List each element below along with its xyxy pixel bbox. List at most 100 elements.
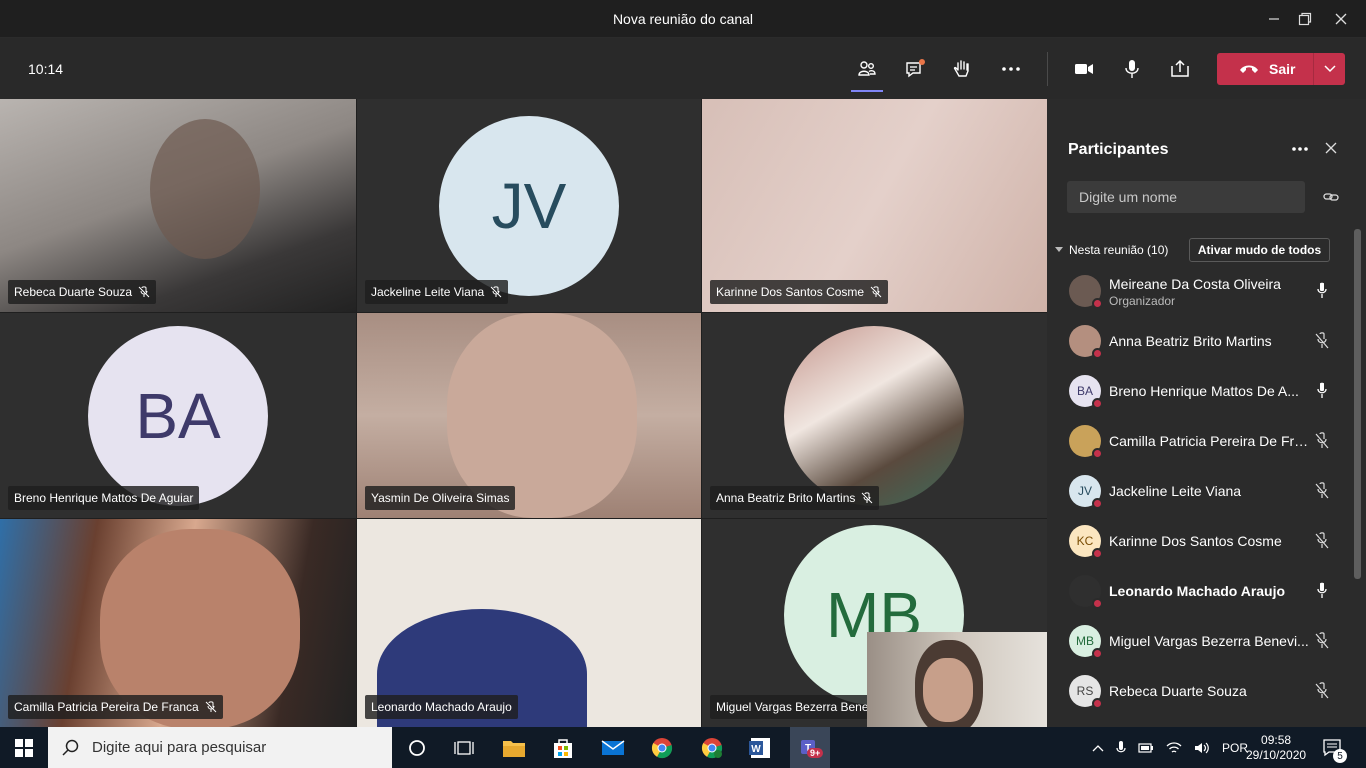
file-explorer-button[interactable] (499, 733, 529, 763)
hand-icon (953, 60, 969, 77)
chrome-icon (701, 738, 723, 759)
store-button[interactable] (548, 733, 578, 763)
participant-row[interactable]: MB Miguel Vargas Bezerra Benevi... (1047, 617, 1347, 667)
participant-row[interactable]: Anna Beatriz Brito Martins (1047, 317, 1347, 367)
video-tile[interactable]: Camilla Patricia Pereira De Franca (0, 519, 356, 727)
microphone-icon[interactable] (1313, 582, 1331, 600)
presence-status-icon (1092, 598, 1103, 609)
presence-status-icon (1092, 548, 1103, 559)
raise-hand-button[interactable] (944, 52, 980, 86)
participant-nametag: Karinne Dos Santos Cosme (710, 280, 889, 304)
participants-button[interactable] (849, 52, 885, 92)
more-actions-button[interactable] (993, 52, 1029, 86)
participant-row[interactable]: Camilla Patricia Pereira De Fra... (1047, 417, 1347, 467)
chrome-button[interactable] (647, 733, 677, 763)
close-icon (1325, 142, 1337, 154)
participant-nametag: Jackeline Leite Viana (365, 280, 509, 304)
participant-row[interactable]: KC Karinne Dos Santos Cosme (1047, 517, 1347, 567)
windows-taskbar: Digite aqui para pesquisar W T 9+ POR 09… (0, 727, 1366, 768)
microphone-icon[interactable] (1313, 382, 1331, 400)
participant-search-input[interactable]: Digite um nome (1067, 181, 1305, 213)
participant-avatar: JV (439, 116, 619, 296)
chrome-profile-button[interactable] (697, 733, 727, 763)
taskbar-clock[interactable]: 09:58 29/10/2020 (1246, 727, 1306, 768)
section-label: Nesta reunião (10) (1069, 243, 1169, 257)
chevron-down-icon (1323, 65, 1336, 73)
participant-nametag: Leonardo Machado Araujo (365, 695, 518, 719)
participant-row[interactable]: Leonardo Machado Araujo (1047, 567, 1347, 617)
mic-muted-icon[interactable] (1313, 482, 1331, 500)
cortana-button[interactable] (402, 733, 432, 763)
wifi-icon[interactable] (1166, 741, 1182, 755)
panel-more-button[interactable] (1290, 141, 1310, 157)
microphone-button[interactable] (1114, 52, 1150, 86)
share-invite-button[interactable] (1322, 188, 1340, 206)
language-indicator[interactable]: POR (1222, 741, 1248, 755)
participant-name: Leonardo Machado Araujo (371, 700, 512, 714)
leave-options-button[interactable] (1313, 53, 1345, 85)
panel-scrollbar[interactable] (1354, 229, 1361, 579)
video-tile[interactable]: Rebeca Duarte Souza (0, 99, 356, 312)
participant-avatar (1069, 325, 1103, 359)
participant-row[interactable]: JV Jackeline Leite Viana (1047, 467, 1347, 517)
participant-nametag: Yasmin De Oliveira Simas (365, 486, 516, 510)
in-meeting-section-header[interactable]: Nesta reunião (10) (1055, 243, 1168, 257)
action-center-button[interactable]: 5 (1322, 727, 1347, 768)
mic-muted-icon[interactable] (1313, 332, 1331, 350)
word-icon: W (749, 738, 770, 758)
mic-muted-icon[interactable] (1313, 632, 1331, 650)
video-tile[interactable]: Anna Beatriz Brito Martins (702, 313, 1047, 518)
mic-muted-icon[interactable] (1313, 532, 1331, 550)
chrome-icon (651, 738, 673, 759)
camera-button[interactable] (1066, 52, 1102, 86)
taskbar-search-box[interactable]: Digite aqui para pesquisar (48, 727, 392, 768)
close-panel-button[interactable] (1324, 141, 1340, 157)
participant-name: Rebeca Duarte Souza (14, 285, 133, 299)
start-button[interactable] (9, 733, 39, 763)
participant-row[interactable]: Meireane Da Costa Oliveira Organizador (1047, 267, 1347, 317)
participant-nametag: Rebeca Duarte Souza (8, 280, 157, 304)
volume-icon[interactable] (1194, 741, 1210, 755)
video-tile[interactable]: Karinne Dos Santos Cosme (702, 99, 1047, 312)
battery-icon[interactable] (1138, 742, 1154, 754)
panel-title: Participantes (1068, 141, 1169, 158)
leave-button[interactable]: Sair (1217, 53, 1345, 85)
mic-muted-icon[interactable] (1313, 432, 1331, 450)
self-view-video[interactable] (867, 632, 1047, 727)
word-button[interactable]: W (745, 733, 775, 763)
participant-row[interactable]: BA Breno Henrique Mattos De A... (1047, 367, 1347, 417)
leave-main[interactable]: Sair (1217, 53, 1313, 85)
mic-muted-icon[interactable] (1313, 682, 1331, 700)
mic-muted-icon (138, 286, 150, 298)
share-screen-button[interactable] (1162, 52, 1198, 86)
window-title: Nova reunião do canal (612, 11, 754, 27)
chat-button[interactable] (897, 52, 933, 86)
minimize-icon (1269, 18, 1279, 20)
chevron-up-icon[interactable] (1092, 744, 1104, 752)
close-window-button[interactable] (1318, 0, 1364, 38)
notifications-count: 5 (1333, 749, 1347, 763)
mic-muted-icon (862, 492, 873, 504)
participant-row[interactable]: RS Rebeca Duarte Souza (1047, 667, 1347, 717)
participant-avatar (1069, 575, 1103, 609)
presence-status-icon (1092, 398, 1103, 409)
video-tile[interactable]: Yasmin De Oliveira Simas (357, 313, 701, 518)
video-tile[interactable]: BA Breno Henrique Mattos De Aguiar (0, 313, 356, 518)
microphone-icon (1125, 60, 1139, 78)
video-tile[interactable]: Leonardo Machado Araujo (357, 519, 701, 727)
task-view-icon (454, 741, 474, 755)
teams-badge: 9+ (807, 748, 824, 758)
participant-name: Miguel Vargas Bezerra Benev (716, 700, 870, 714)
participant-name: Camilla Patricia Pereira De Fra... (1109, 433, 1309, 449)
participant-avatar (1069, 425, 1103, 459)
teams-button[interactable]: T 9+ (790, 727, 830, 768)
presence-status-icon (1092, 298, 1103, 309)
search-icon (62, 739, 79, 756)
video-tile[interactable]: JV Jackeline Leite Viana (357, 99, 701, 312)
microphone-icon[interactable] (1313, 282, 1331, 300)
microphone-icon[interactable] (1116, 740, 1126, 756)
chevron-down-icon (1055, 247, 1063, 252)
mute-all-button[interactable]: Ativar mudo de todos (1189, 238, 1330, 262)
mail-button[interactable] (598, 733, 628, 763)
task-view-button[interactable] (449, 733, 479, 763)
